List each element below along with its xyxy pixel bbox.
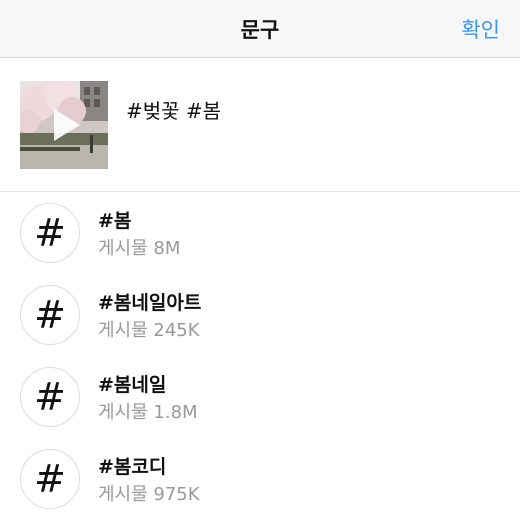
post-count: 게시물 975K: [98, 484, 200, 505]
hashtag-name: #봄: [98, 210, 132, 232]
play-icon: [54, 109, 80, 141]
caption-text[interactable]: #벚꽃 #봄: [126, 95, 221, 124]
hashtag-name: #봄네일: [98, 374, 167, 396]
post-count: 게시물 8M: [98, 238, 181, 259]
hashtag-suggestion[interactable]: # #봄 게시물 8M: [0, 193, 520, 275]
caption-composer: #벚꽃 #봄: [0, 59, 520, 192]
video-thumbnail[interactable]: [20, 81, 108, 169]
page-title: 문구: [240, 18, 280, 42]
hashtag-suggestion[interactable]: # #봄네일아트 게시물 245K: [0, 275, 520, 357]
hashtag-suggestion[interactable]: # #봄코디 게시물 975K: [0, 439, 520, 521]
hashtag-name: #봄네일아트: [98, 292, 202, 314]
hashtag-icon: #: [20, 367, 80, 427]
hashtag-icon: #: [20, 449, 80, 509]
hashtag-icon: #: [20, 285, 80, 345]
top-bar: 문구 확인: [0, 0, 520, 58]
hashtag-name: #봄코디: [98, 456, 167, 478]
hashtag-suggestion-list: # #봄 게시물 8M # #봄네일아트 게시물 245K # #봄네일 게시물…: [0, 193, 520, 521]
hashtag-icon: #: [20, 203, 80, 263]
post-count: 게시물 245K: [98, 320, 200, 341]
hashtag-suggestion[interactable]: # #봄네일 게시물 1.8M: [0, 357, 520, 439]
confirm-button[interactable]: 확인: [461, 14, 500, 44]
post-count: 게시물 1.8M: [98, 402, 198, 423]
